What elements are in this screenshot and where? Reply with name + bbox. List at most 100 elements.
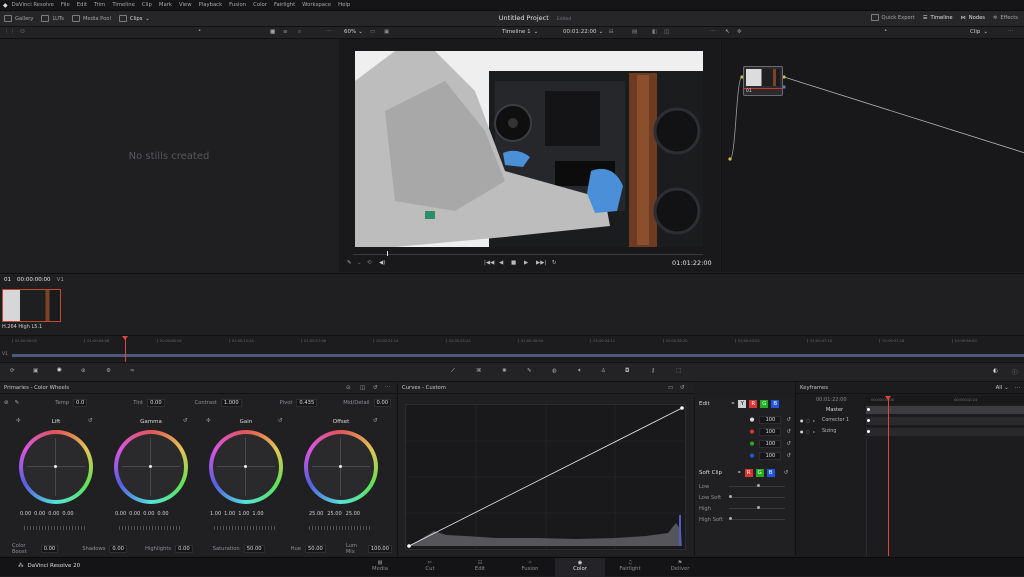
- pointer-tool-icon[interactable]: ↖: [725, 29, 730, 35]
- loop-playback-icon[interactable]: ↻: [552, 260, 557, 266]
- qualifier-icon[interactable]: ✺: [502, 368, 507, 374]
- expand-icon[interactable]: ▸: [813, 429, 815, 434]
- menu-color[interactable]: Color: [253, 2, 267, 8]
- viewer-mode-icon[interactable]: ▣: [384, 29, 389, 35]
- slider-knob[interactable]: [729, 495, 732, 498]
- gamma-wheel[interactable]: [114, 430, 188, 504]
- gamma-g-value[interactable]: 0.00: [143, 511, 154, 517]
- page-deliver[interactable]: ⚑ Deliver: [655, 558, 705, 577]
- highlights-field[interactable]: 0.00: [175, 545, 193, 553]
- page-media[interactable]: ▦ Media: [355, 558, 405, 577]
- reset-icon[interactable]: ↺: [784, 470, 789, 476]
- saturation-field[interactable]: 50.00: [243, 545, 265, 553]
- color-match-icon[interactable]: ▣: [33, 368, 38, 374]
- lift-b-value[interactable]: 0.00: [62, 511, 73, 517]
- menu-clip[interactable]: Clip: [142, 2, 152, 8]
- qualifier-picker-icon[interactable]: ✎: [527, 368, 532, 374]
- page-color[interactable]: ◉ Color: [555, 558, 605, 577]
- gamma-y-value[interactable]: 0.00: [115, 511, 126, 517]
- contrast-field[interactable]: 1.000: [220, 399, 242, 407]
- slider-knob[interactable]: [757, 506, 760, 509]
- clip-thumbnail[interactable]: [2, 289, 61, 322]
- page-fairlight[interactable]: ♫ Fairlight: [605, 558, 655, 577]
- skip-start-icon[interactable]: |◀◀: [484, 260, 494, 266]
- timeline-clip-bar[interactable]: [12, 354, 1024, 357]
- more-options-icon[interactable]: ⋯: [385, 384, 391, 390]
- soft-clip-high-soft-slider[interactable]: [729, 519, 785, 520]
- gain-b-value[interactable]: 1.00: [252, 511, 263, 517]
- keyframe-dot[interactable]: [867, 419, 870, 422]
- chevron-down-icon[interactable]: ⌄: [357, 260, 362, 266]
- gamma-master-slider[interactable]: [119, 526, 181, 530]
- nodes-toggle-button[interactable]: ⋈ Nodes: [961, 15, 985, 21]
- clips-button[interactable]: Clips ⌄: [118, 15, 150, 22]
- menu-timeline[interactable]: Timeline: [112, 2, 135, 8]
- split-icon[interactable]: ◫: [664, 29, 669, 35]
- edit-b-field[interactable]: 100: [759, 452, 782, 460]
- offset-r-value[interactable]: 25.00: [309, 511, 323, 517]
- offset-g-value[interactable]: 25.00: [327, 511, 341, 517]
- reset-icon[interactable]: ↺: [786, 453, 791, 459]
- key-icon[interactable]: ⚷: [651, 368, 655, 374]
- blur-icon[interactable]: ◘: [625, 368, 629, 374]
- timeline-playhead-marker[interactable]: [122, 336, 128, 340]
- soft-clip-b-button[interactable]: B: [766, 469, 775, 477]
- lift-master-slider[interactable]: [24, 526, 86, 530]
- link-icon[interactable]: ⚭: [737, 470, 742, 476]
- offset-master-slider[interactable]: [309, 526, 371, 530]
- scrubber-playhead[interactable]: [387, 251, 388, 256]
- play-icon[interactable]: ▶: [524, 260, 528, 266]
- page-edit[interactable]: ☷ Edit: [455, 558, 505, 577]
- lift-g-value[interactable]: 0.00: [48, 511, 59, 517]
- reset-icon[interactable]: ↺: [373, 385, 378, 391]
- keyframe-row-master[interactable]: Master: [796, 405, 1024, 415]
- keyframe-row-sizing[interactable]: ● ▢ ▸ Sizing: [796, 427, 1024, 437]
- lock-icon[interactable]: ▢: [806, 418, 810, 423]
- clip-mode-select[interactable]: Clip ⌄: [970, 29, 988, 35]
- gain-master-slider[interactable]: [214, 526, 276, 530]
- offset-b-value[interactable]: 25.00: [346, 511, 360, 517]
- more-options-icon[interactable]: ⋯: [710, 28, 716, 34]
- info-icon[interactable]: ⓘ: [1012, 368, 1018, 376]
- lift-y-value[interactable]: 0.00: [20, 511, 31, 517]
- loop-icon[interactable]: ⟲: [367, 260, 372, 266]
- timeline-ruler[interactable]: 01:00:00:00 01:00:04:08 01:00:08:16 01:00:1…: [0, 337, 1024, 346]
- sizing-icon[interactable]: ⬚: [676, 368, 681, 374]
- more-options-icon[interactable]: ⋯: [1008, 28, 1014, 34]
- menu-workspace[interactable]: Workspace: [302, 2, 331, 8]
- gain-g-value[interactable]: 1.00: [238, 511, 249, 517]
- link-icon[interactable]: ⚭: [731, 401, 736, 407]
- lum-mix-field[interactable]: 100.00: [367, 545, 392, 553]
- menu-trim[interactable]: Trim: [94, 2, 105, 8]
- grade-mode-icon[interactable]: ⊟: [609, 29, 614, 35]
- reset-icon[interactable]: ↺: [786, 441, 791, 447]
- more-options-icon[interactable]: ⋯: [326, 28, 332, 34]
- channel-r-button[interactable]: R: [749, 400, 758, 408]
- bars-mode-icon[interactable]: ◫: [360, 385, 365, 391]
- gain-r-value[interactable]: 1.00: [224, 511, 235, 517]
- keyframe-row-corrector[interactable]: ● ▢ ▸ Corrector 1: [796, 416, 1024, 426]
- menu-view[interactable]: View: [179, 2, 192, 8]
- lock-icon[interactable]: ▢: [806, 429, 810, 434]
- reset-icon[interactable]: ↺: [278, 418, 283, 424]
- display-icon[interactable]: ▤: [632, 29, 637, 35]
- menu-help[interactable]: Help: [338, 2, 350, 8]
- curve-mode-icon[interactable]: ▭: [668, 385, 673, 391]
- list-view-icon[interactable]: ≡: [283, 29, 288, 35]
- zoom-select[interactable]: 60% ⌄: [344, 29, 363, 35]
- lift-r-value[interactable]: 0.00: [34, 511, 45, 517]
- keyframes-playhead-marker[interactable]: [885, 396, 891, 400]
- edit-r-field[interactable]: 100: [759, 428, 782, 436]
- viewer-layout-icon[interactable]: ▭: [370, 29, 375, 35]
- offset-wheel[interactable]: [304, 430, 378, 504]
- highlight-icon[interactable]: ◧: [652, 29, 657, 35]
- magic-mask-icon[interactable]: ♙: [601, 368, 606, 374]
- eyedropper-icon[interactable]: ✎: [347, 260, 352, 266]
- effects-button[interactable]: ✲ Effects: [993, 15, 1018, 21]
- menu-app[interactable]: DaVinci Resolve: [12, 2, 54, 8]
- reset-icon[interactable]: ↺: [786, 429, 791, 435]
- menu-edit[interactable]: Edit: [77, 2, 87, 8]
- timeline-select[interactable]: Timeline 1 ⌄: [502, 29, 538, 35]
- mini-timeline[interactable]: 01:00:00:00 01:00:04:08 01:00:08:16 01:00:1…: [0, 335, 1024, 362]
- options-icon[interactable]: ⊙: [346, 385, 351, 391]
